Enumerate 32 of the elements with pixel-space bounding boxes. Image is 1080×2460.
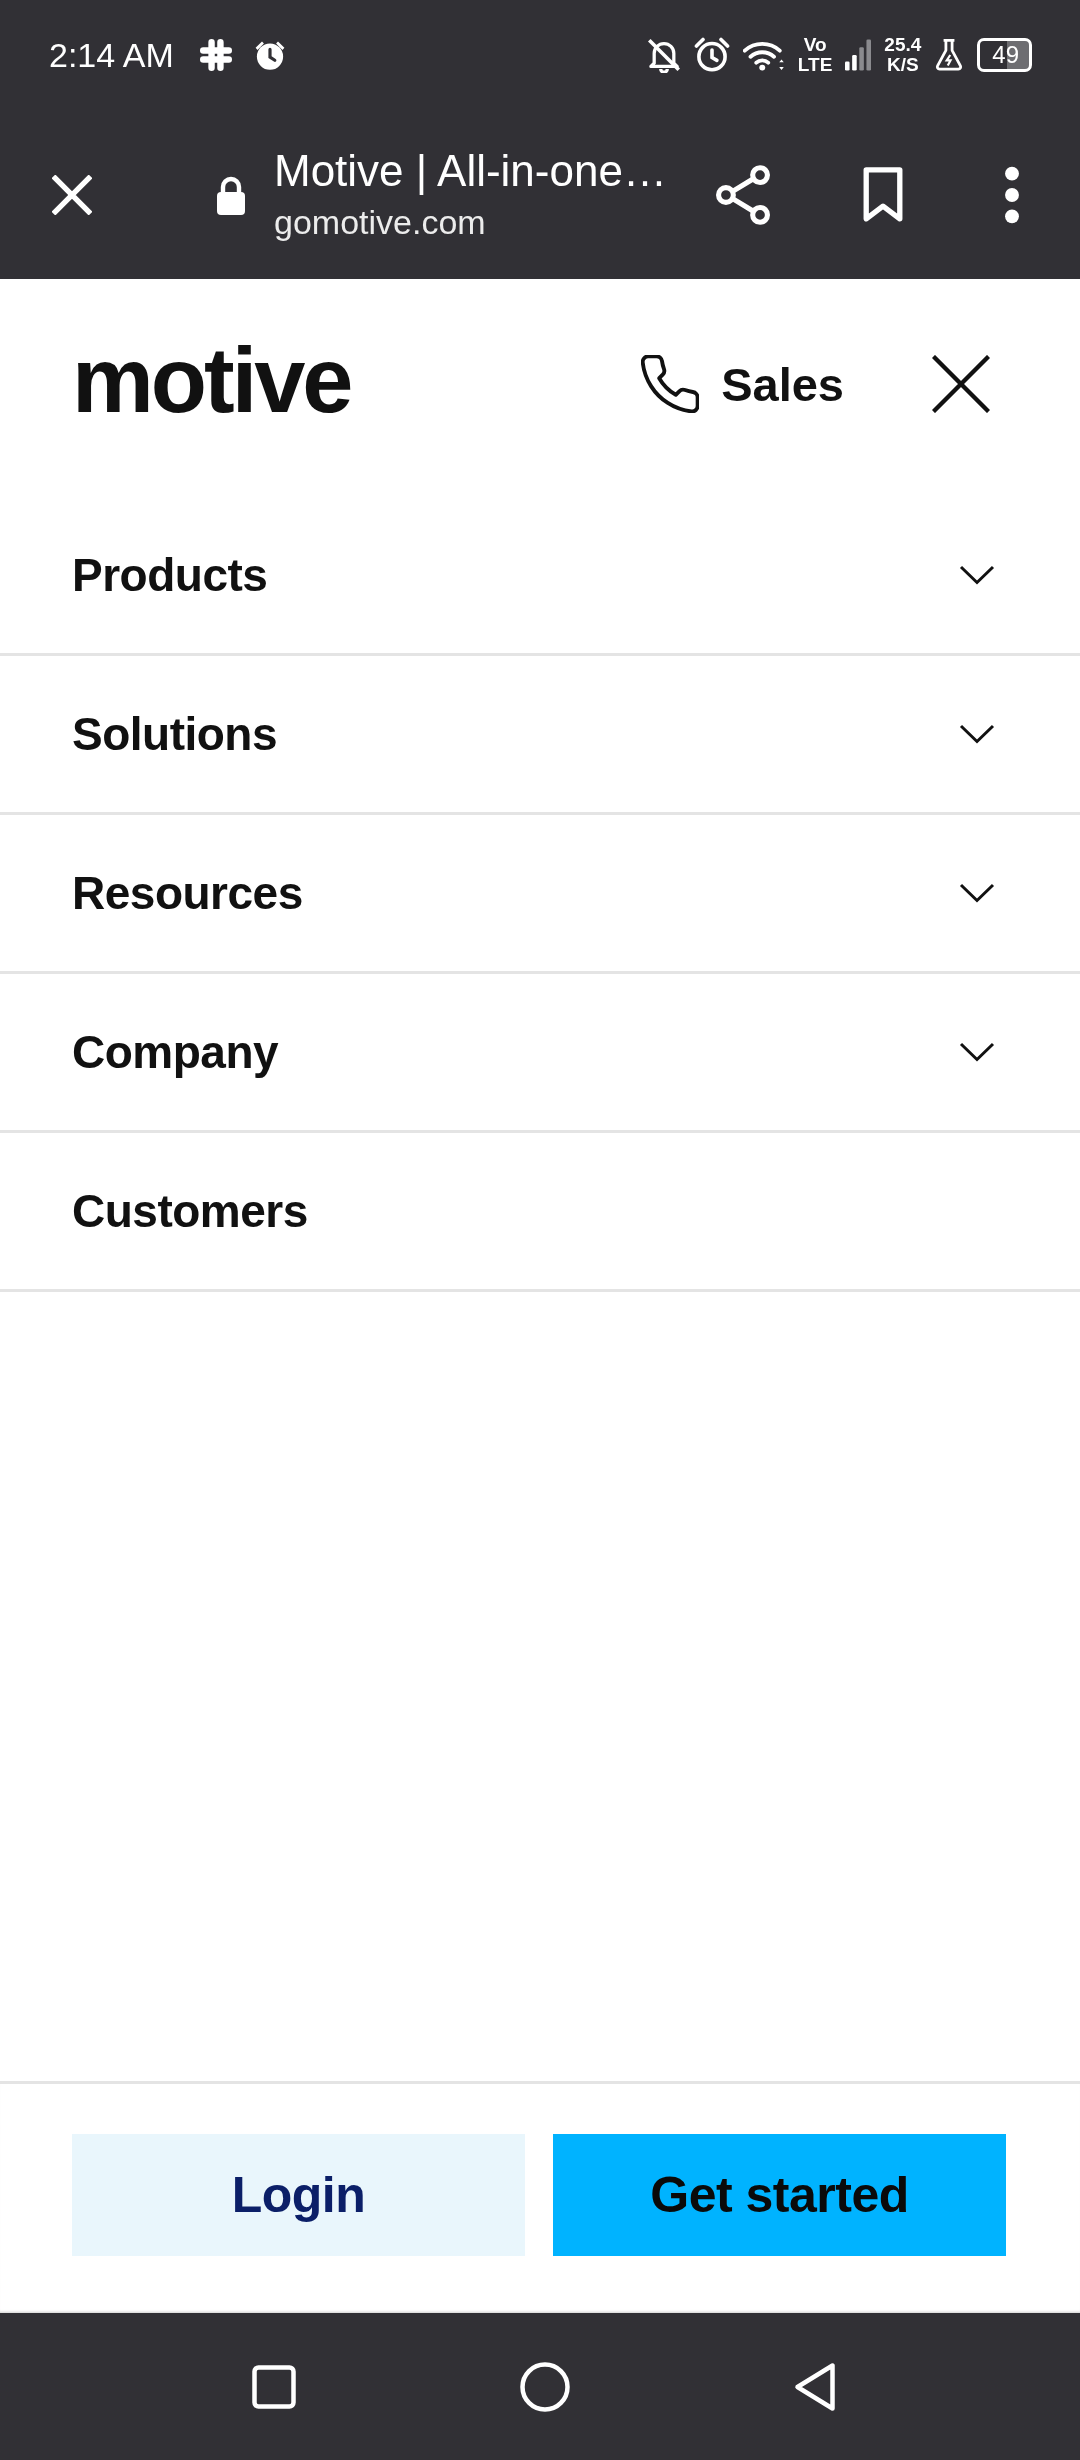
get-started-button[interactable]: Get started: [553, 2134, 1006, 2256]
recent-apps-icon[interactable]: [252, 2364, 296, 2409]
close-tab-button[interactable]: [50, 172, 94, 217]
net-speed-value: 25.4: [884, 35, 922, 55]
page-title: Motive | All-in-one…: [274, 144, 667, 197]
close-icon: [52, 174, 92, 215]
login-button[interactable]: Login: [72, 2134, 525, 2256]
back-icon[interactable]: [794, 2361, 836, 2412]
bookmark-icon: [862, 166, 904, 223]
phone-icon: [641, 355, 700, 413]
signal-icon: [845, 39, 872, 71]
slack-icon: [199, 39, 232, 71]
status-time: 2:14 AM: [49, 35, 174, 75]
battery-indicator: 49: [977, 38, 1032, 72]
sales-link[interactable]: Sales: [641, 355, 844, 413]
net-speed-unit: K/S: [886, 55, 919, 75]
alarm-clock-icon: [253, 39, 286, 71]
share-button[interactable]: [716, 164, 770, 225]
wifi-icon: [742, 39, 785, 71]
share-icon: [716, 164, 770, 225]
logo[interactable]: motive: [72, 334, 351, 426]
lte-label: LTE: [797, 55, 833, 75]
muted-bell-icon: [646, 37, 681, 73]
alarm-icon: [693, 37, 730, 73]
lock-icon: [215, 174, 247, 215]
flask-icon: [934, 38, 965, 72]
home-icon[interactable]: [520, 2361, 570, 2412]
bookmark-button[interactable]: [862, 166, 904, 223]
volte-label: Vo: [803, 35, 827, 55]
close-icon: [932, 355, 990, 413]
page-url: gomotive.com: [274, 201, 486, 243]
close-menu-button[interactable]: [932, 355, 990, 413]
